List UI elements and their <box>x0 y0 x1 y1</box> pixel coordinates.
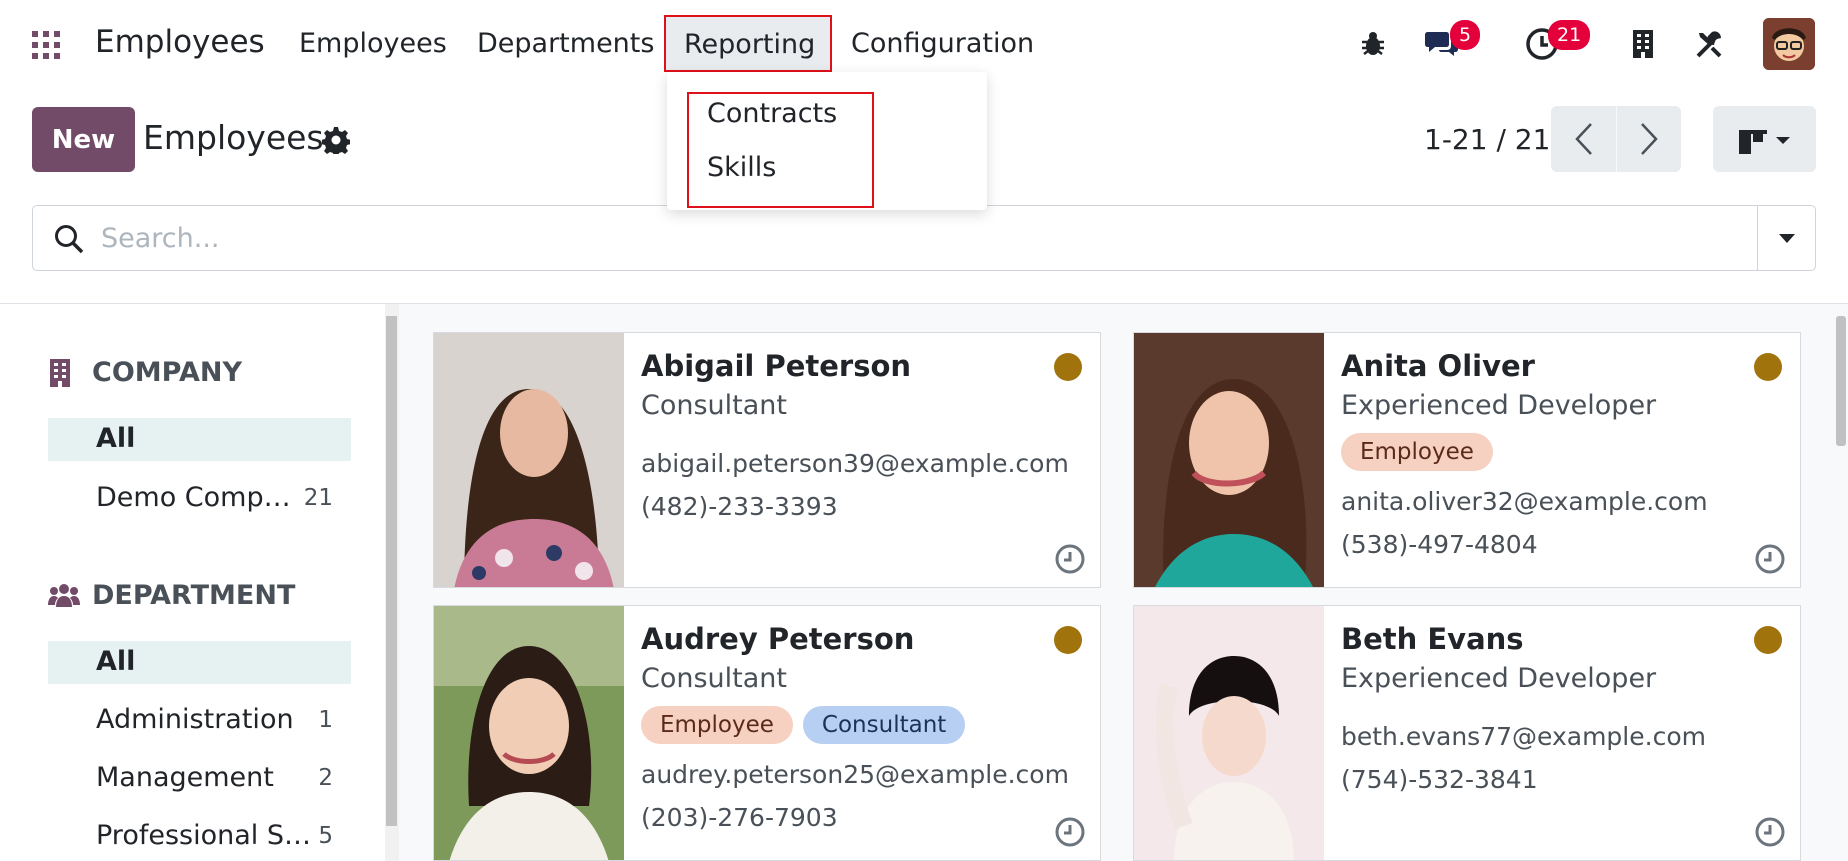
menu-reporting-label: Reporting <box>684 29 816 60</box>
employee-phone: (482)-233-3393 <box>641 492 838 521</box>
department-filter-management[interactable]: Management 2 <box>48 757 351 800</box>
pager-buttons <box>1551 106 1681 172</box>
bug-icon[interactable] <box>1355 26 1391 62</box>
activity-clock-icon[interactable] <box>1054 816 1086 848</box>
employee-email: anita.oliver32@example.com <box>1341 487 1708 516</box>
page-title: Employees <box>143 118 324 157</box>
apps-menu-icon[interactable] <box>32 31 60 59</box>
department-filter-administration[interactable]: Administration 1 <box>48 699 351 742</box>
activity-clock-icon[interactable] <box>1054 543 1086 575</box>
employee-job-title: Consultant <box>641 663 787 694</box>
company-building-icon[interactable] <box>1625 26 1661 62</box>
tag-employee: Employee <box>641 706 793 744</box>
employee-photo <box>434 333 624 587</box>
search-options-toggle[interactable] <box>1757 206 1815 270</box>
kanban-scrollbar-thumb[interactable] <box>1836 316 1846 446</box>
employee-job-title: Experienced Developer <box>1341 663 1657 694</box>
users-icon <box>48 581 80 611</box>
filter-label: Professional S… <box>96 820 311 851</box>
filter-label: Administration <box>96 704 294 735</box>
filter-label: All <box>96 646 136 677</box>
department-filter-all[interactable]: All <box>48 641 351 684</box>
employee-name: Abigail Peterson <box>641 349 912 383</box>
employee-photo <box>434 606 624 860</box>
tag-consultant: Consultant <box>802 706 966 744</box>
employee-email: abigail.peterson39@example.com <box>641 449 1069 478</box>
filter-label: All <box>96 423 136 454</box>
gear-icon[interactable] <box>321 126 352 157</box>
filter-count: 5 <box>318 823 333 849</box>
employee-photo <box>1134 333 1324 587</box>
search-bar <box>32 205 1816 271</box>
filter-count: 2 <box>318 765 333 791</box>
employee-email: beth.evans77@example.com <box>1341 722 1706 751</box>
menu-employees[interactable]: Employees <box>299 28 447 59</box>
department-section-heading: DEPARTMENT <box>48 580 295 611</box>
filter-label: Demo Comp… <box>96 482 291 513</box>
company-filter-all[interactable]: All <box>48 418 351 461</box>
employee-photo <box>1134 606 1324 860</box>
filter-count: 1 <box>318 707 333 733</box>
pager-value[interactable]: 1-21 / 21 <box>1424 123 1550 156</box>
company-section-heading: COMPANY <box>48 357 242 388</box>
employee-phone: (538)-497-4804 <box>1341 530 1538 559</box>
company-filter-demo[interactable]: Demo Comp… 21 <box>48 477 351 520</box>
sidebar-scrollbar-thumb[interactable] <box>386 316 397 826</box>
search-input[interactable] <box>101 216 1701 260</box>
employee-job-title: Experienced Developer <box>1341 390 1657 421</box>
presence-status-dot <box>1754 626 1782 654</box>
department-filter-professional-services[interactable]: Professional S… 5 <box>48 815 351 858</box>
employee-card[interactable]: Audrey Peterson Consultant Employee Cons… <box>433 605 1101 861</box>
employee-card[interactable]: Anita Oliver Experienced Developer Emplo… <box>1133 332 1801 588</box>
tag-employee: Employee <box>1341 433 1493 471</box>
user-avatar[interactable] <box>1763 18 1815 70</box>
dropdown-item-contracts[interactable]: Contracts <box>707 98 837 129</box>
activities-badge: 21 <box>1548 20 1591 50</box>
new-button[interactable]: New <box>32 107 135 172</box>
employee-card[interactable]: Abigail Peterson Consultant abigail.pete… <box>433 332 1101 588</box>
employee-job-title: Consultant <box>641 390 787 421</box>
filter-label: Management <box>96 762 274 793</box>
app-title[interactable]: Employees <box>95 24 265 60</box>
employee-card[interactable]: Beth Evans Experienced Developer beth.ev… <box>1133 605 1801 861</box>
employee-email: audrey.peterson25@example.com <box>641 760 1069 789</box>
messages-badge: 5 <box>1450 20 1481 50</box>
department-heading-label: DEPARTMENT <box>92 580 296 611</box>
tools-icon[interactable] <box>1692 26 1728 62</box>
employee-name: Anita Oliver <box>1341 349 1535 383</box>
menu-departments[interactable]: Departments <box>477 28 654 59</box>
pager-prev-button[interactable] <box>1551 106 1616 172</box>
employee-tags: Employee <box>1341 433 1503 471</box>
building-icon <box>48 358 78 388</box>
menu-reporting[interactable]: Reporting <box>664 15 832 72</box>
presence-status-dot <box>1054 626 1082 654</box>
employee-phone: (203)-276-7903 <box>641 803 838 832</box>
search-icon <box>53 223 85 255</box>
employee-phone: (754)-532-3841 <box>1341 765 1538 794</box>
employee-tags: Employee Consultant <box>641 706 975 744</box>
view-switcher-button[interactable] <box>1713 106 1816 172</box>
reporting-dropdown: Contracts Skills <box>667 72 987 210</box>
pager-next-button[interactable] <box>1616 106 1681 172</box>
menu-configuration[interactable]: Configuration <box>851 28 1034 59</box>
activity-clock-icon[interactable] <box>1754 816 1786 848</box>
filter-count: 21 <box>303 485 333 511</box>
employee-name: Audrey Peterson <box>641 622 915 656</box>
presence-status-dot <box>1054 353 1082 381</box>
company-heading-label: COMPANY <box>92 357 242 388</box>
presence-status-dot <box>1754 353 1782 381</box>
dropdown-item-skills[interactable]: Skills <box>707 152 776 183</box>
activity-clock-icon[interactable] <box>1754 543 1786 575</box>
employee-name: Beth Evans <box>1341 622 1524 656</box>
